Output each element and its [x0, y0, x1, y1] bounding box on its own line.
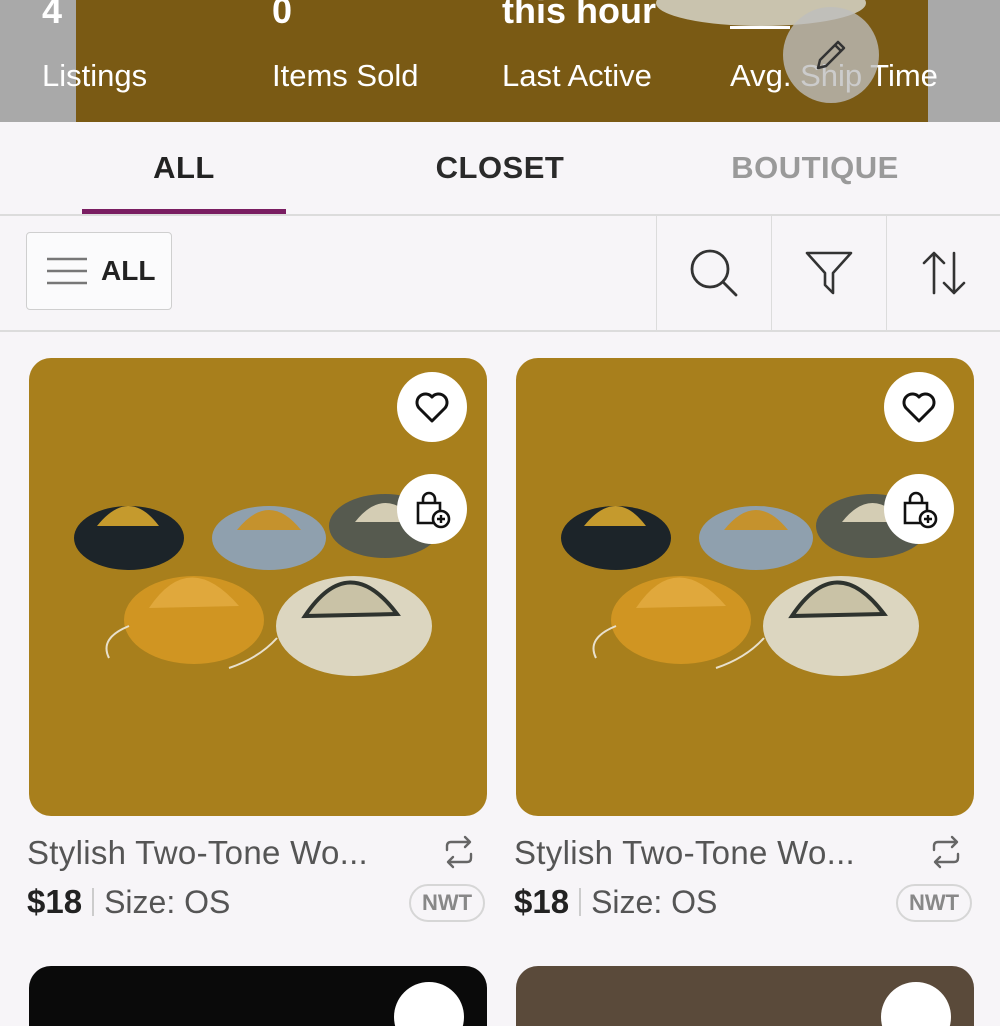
- product-image[interactable]: [516, 358, 974, 816]
- filter-button[interactable]: [771, 216, 886, 330]
- condition-badge: NWT: [409, 884, 485, 922]
- active-tab-indicator: [82, 209, 286, 214]
- stat-value: 0: [272, 0, 293, 31]
- listing-toolbar: ALL: [0, 216, 1000, 332]
- bag-plus-icon: [903, 491, 938, 529]
- search-icon: [690, 249, 738, 297]
- like-button[interactable]: [881, 982, 951, 1026]
- category-filter-label: ALL: [101, 255, 156, 286]
- bag-plus-icon: [416, 491, 451, 529]
- add-to-bundle-button[interactable]: [397, 474, 467, 544]
- heart-icon: [415, 392, 449, 423]
- like-button[interactable]: [397, 372, 467, 442]
- stat-label: Last Active: [502, 58, 652, 93]
- price-row: $18 Size: OS: [514, 880, 717, 924]
- stat-label: Listings: [42, 58, 148, 93]
- stat-value: this hour: [502, 0, 656, 31]
- tab-all[interactable]: ALL: [82, 122, 286, 214]
- filter-funnel-icon: [805, 251, 853, 295]
- product-image[interactable]: [29, 358, 487, 816]
- share-icon[interactable]: [926, 832, 966, 872]
- closet-stats-header: 4 Listings 0 Items Sold this hour Last A…: [0, 0, 1000, 122]
- product-price: $18: [514, 883, 570, 920]
- pencil-icon: [816, 40, 846, 70]
- product-card[interactable]: Stylish Two-Tone Wo... $18 Size: OS NWT: [514, 358, 974, 922]
- product-size: Size: OS: [104, 883, 231, 920]
- heart-icon: [902, 392, 936, 423]
- tab-closet[interactable]: CLOSET: [390, 122, 610, 214]
- share-icon[interactable]: [439, 832, 479, 872]
- condition-badge: NWT: [896, 884, 972, 922]
- edit-button[interactable]: [783, 7, 879, 103]
- sort-button[interactable]: [886, 216, 1000, 330]
- product-price: $18: [27, 883, 83, 920]
- menu-lines-icon: [47, 257, 87, 285]
- search-button[interactable]: [656, 216, 771, 330]
- ship-time-empty-dash: [730, 26, 790, 29]
- product-size: Size: OS: [591, 883, 718, 920]
- product-card[interactable]: Stylish Two-Tone Wo... $18 Size: OS NWT: [27, 358, 487, 922]
- like-button[interactable]: [394, 982, 464, 1026]
- like-button[interactable]: [884, 372, 954, 442]
- closet-tabs: ALL CLOSET BOUTIQUE: [0, 122, 1000, 216]
- price-row: $18 Size: OS: [27, 880, 230, 924]
- sort-arrows-icon: [922, 251, 966, 295]
- add-to-bundle-button[interactable]: [884, 474, 954, 544]
- category-filter-button[interactable]: ALL: [26, 232, 172, 310]
- stat-label: Items Sold: [272, 58, 419, 93]
- product-title[interactable]: Stylish Two-Tone Wo...: [27, 834, 368, 872]
- stat-value: 4: [42, 0, 63, 31]
- divider: [579, 888, 582, 916]
- product-card-partial[interactable]: [29, 966, 487, 1026]
- tab-boutique[interactable]: BOUTIQUE: [705, 122, 925, 214]
- divider: [92, 888, 95, 916]
- product-title[interactable]: Stylish Two-Tone Wo...: [514, 834, 855, 872]
- product-card-partial[interactable]: [516, 966, 974, 1026]
